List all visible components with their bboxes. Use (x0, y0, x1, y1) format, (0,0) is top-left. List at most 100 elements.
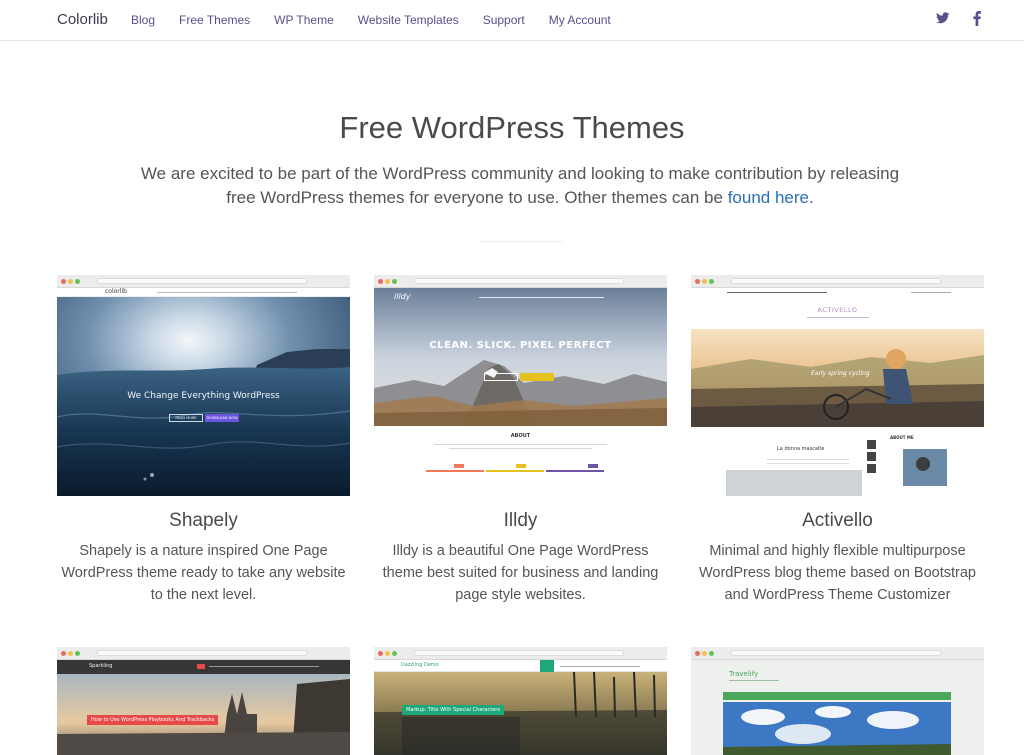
preview-headline: We Change Everything WordPress (127, 391, 280, 401)
address-bar (731, 650, 941, 656)
preview-about-label: ABOUT ME (890, 435, 914, 440)
intro-end: . (809, 188, 814, 207)
preview-logo: Sparkling (89, 663, 113, 669)
preview-post-caption: Markup: Title With Special Characters (402, 705, 504, 715)
sky-clouds-photo (723, 702, 951, 755)
preview-skill-bar (546, 470, 604, 472)
preview-button-yellow (520, 373, 554, 381)
brand-logo[interactable]: Colorlib (57, 11, 108, 28)
nav-item-free-themes[interactable]: Free Themes (179, 13, 250, 27)
nav-item-my-account[interactable]: My Account (549, 13, 611, 27)
top-navigation: Colorlib Blog Free Themes WP Theme Websi… (0, 0, 1024, 41)
theme-preview-shapely[interactable]: colorlib We Change Everything WordPress … (57, 275, 350, 496)
browser-chrome (691, 275, 984, 288)
preview-logo: illdy (394, 292, 411, 301)
theme-preview-activello[interactable]: ACTIVELLO Early spring cycling La donna … (691, 275, 984, 496)
close-dot-icon (695, 651, 700, 656)
twitter-icon[interactable] (936, 11, 950, 30)
desc-line: WordPress blog theme based on Bootstrap (698, 565, 976, 581)
desc-line: Minimal and highly flexible multipurpose (709, 543, 966, 559)
maximize-dot-icon (392, 651, 397, 656)
browser-chrome (57, 647, 350, 660)
address-bar (731, 278, 941, 284)
address-bar (97, 278, 307, 284)
browser-chrome (374, 647, 667, 660)
theme-preview-dazzling[interactable]: Dazzling Demo Markup: Title With Special… (374, 647, 667, 755)
mountain-photo (374, 288, 667, 426)
intro-line-2: free WordPress themes for everyone to us… (226, 188, 728, 207)
theme-desc-activello: Minimal and highly flexible multipurpose… (691, 540, 984, 606)
main-menu: Blog Free Themes WP Theme Website Templa… (131, 13, 635, 27)
preview-logo: colorlib (105, 288, 127, 295)
intro-line-1: We are excited to be part of the WordPre… (140, 164, 900, 183)
browser-chrome (374, 275, 667, 288)
address-bar (97, 650, 307, 656)
theme-preview-illdy[interactable]: illdy CLEAN. SLICK. PIXEL PERFECT ABOUT (374, 275, 667, 496)
close-dot-icon (378, 279, 383, 284)
preview-text-line (767, 463, 849, 464)
preview-about-section: ABOUT (374, 426, 667, 496)
preview-text-line (449, 448, 592, 449)
facebook-icon[interactable] (972, 11, 982, 31)
preview-header: colorlib (57, 288, 350, 297)
minimize-dot-icon (385, 279, 390, 284)
preview-post-image (726, 470, 862, 496)
maximize-dot-icon (75, 279, 80, 284)
preview-headline: CLEAN. SLICK. PIXEL PERFECT (429, 340, 612, 351)
preview-logo: ACTIVELLO (817, 306, 858, 314)
theme-title-shapely: Shapely (169, 510, 238, 531)
preview-skill-badge (454, 464, 464, 468)
preview-menu-line (727, 292, 827, 293)
close-dot-icon (378, 651, 383, 656)
preview-about-heading: ABOUT (510, 433, 531, 439)
preview-menu-active (540, 660, 554, 672)
found-here-link[interactable]: found here (728, 188, 809, 207)
maximize-dot-icon (709, 279, 714, 284)
social-square-icon (867, 440, 876, 449)
desc-line: to the next level. (150, 587, 257, 603)
preview-post-caption: How to Use WordPress Playbooks And Track… (87, 715, 219, 725)
preview-menu-line (560, 666, 640, 667)
minimize-dot-icon (68, 651, 73, 656)
theme-preview-travelify[interactable]: Travelify (691, 647, 984, 755)
preview-header: Dazzling Demo (374, 660, 667, 672)
maximize-dot-icon (709, 651, 714, 656)
theme-desc-shapely: Shapely is a nature inspired One Page Wo… (57, 540, 350, 606)
preview-tagline-line (807, 317, 869, 318)
preview-green-menu (723, 692, 951, 700)
page-intro: We are excited to be part of the WordPre… (130, 162, 910, 210)
theme-title-activello: Activello (802, 510, 873, 531)
minimize-dot-icon (385, 651, 390, 656)
desc-line: Shapely is a nature inspired One Page (79, 543, 328, 559)
close-dot-icon (695, 279, 700, 284)
preview-search-line (911, 292, 951, 293)
minimize-dot-icon (68, 279, 73, 284)
close-dot-icon (61, 651, 66, 656)
preview-logo: Travelify (729, 670, 759, 678)
nav-item-website-templates[interactable]: Website Templates (358, 13, 459, 27)
preview-menu-active (197, 664, 205, 669)
nav-item-wp-theme[interactable]: WP Theme (274, 13, 334, 27)
minimize-dot-icon (702, 651, 707, 656)
preview-download-button: DOWNLOAD NOW (205, 414, 239, 422)
minimize-dot-icon (702, 279, 707, 284)
page-title: Free WordPress Themes (339, 110, 685, 145)
theme-preview-sparkling[interactable]: Sparkling How to Use WordPress Playbooks… (57, 647, 350, 755)
preview-menu-line (209, 666, 319, 667)
browser-chrome (57, 275, 350, 288)
camera-icon (916, 457, 930, 471)
preview-menu-line (479, 297, 604, 298)
preview-skill-bar (486, 470, 544, 472)
preview-text-line (767, 459, 849, 460)
desc-line: theme best suited for business and landi… (382, 565, 659, 581)
nav-item-support[interactable]: Support (483, 13, 525, 27)
desc-line: WordPress theme ready to take any websit… (61, 565, 346, 581)
nav-item-blog[interactable]: Blog (131, 13, 155, 27)
preview-logo: Dazzling Demo (401, 662, 439, 668)
maximize-dot-icon (75, 651, 80, 656)
cyclist-photo (691, 329, 984, 427)
preview-post-area: La donna mascalte ABOUT ME (691, 427, 984, 496)
preview-skill-badge (516, 464, 526, 468)
preview-menu-line (157, 292, 297, 293)
social-square-icon (867, 452, 876, 461)
